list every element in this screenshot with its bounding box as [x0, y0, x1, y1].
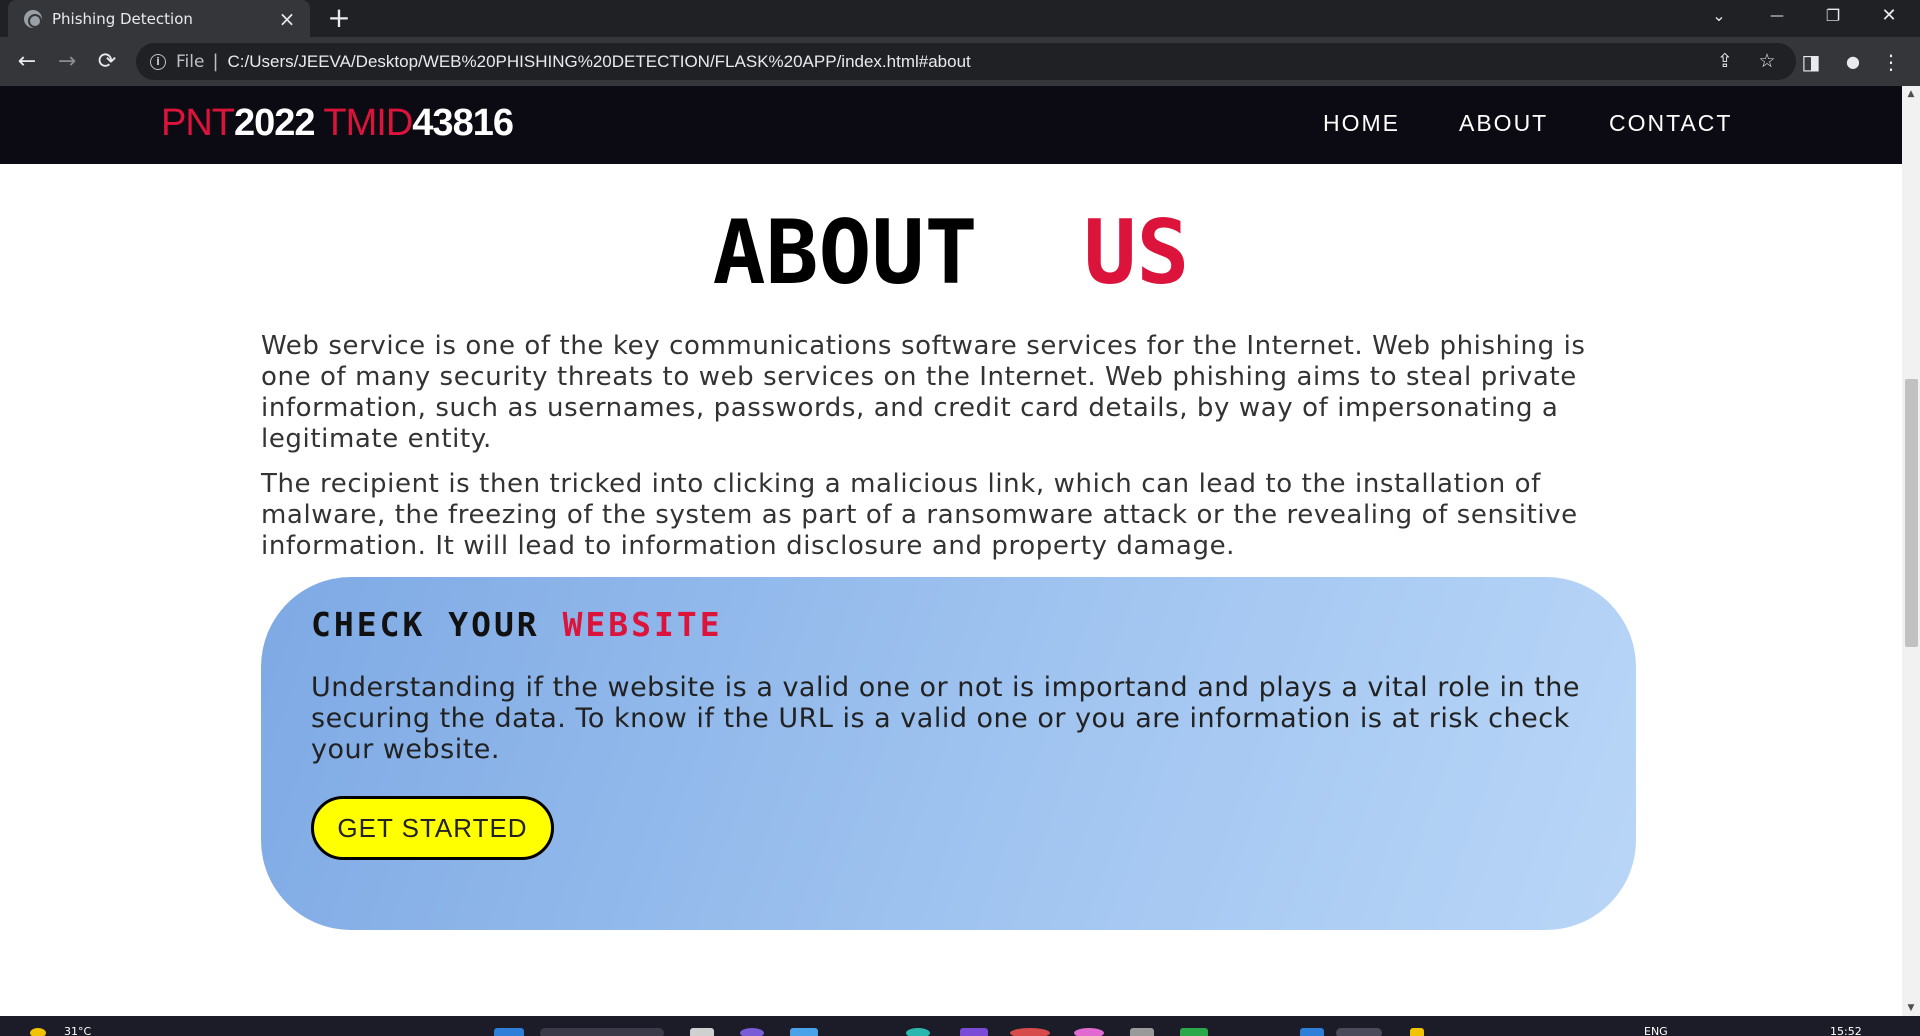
globe-icon: [24, 9, 42, 28]
app-icon-red[interactable]: [1010, 1028, 1050, 1036]
scroll-down-arrow-icon[interactable]: ▼: [1902, 1000, 1920, 1016]
back-icon[interactable]: ←: [12, 47, 42, 77]
info-icon[interactable]: i: [150, 53, 166, 70]
nav-contact-link[interactable]: CONTACT: [1609, 110, 1732, 137]
share-icon[interactable]: ⇪: [1712, 50, 1738, 74]
tab-title: Phishing Detection: [52, 9, 193, 28]
forward-icon[interactable]: →: [52, 47, 82, 77]
restore-icon[interactable]: ❐: [1810, 0, 1856, 32]
url-scheme-label: File: [176, 51, 205, 72]
app-icon-purple[interactable]: [960, 1028, 988, 1036]
check-website-text: Understanding if the website is a valid …: [311, 672, 1580, 765]
scrollbar-thumb[interactable]: [1905, 379, 1918, 647]
site-logo[interactable]: PNT2022 TMID43816: [161, 102, 514, 145]
os-taskbar: 31°C ENG 15:52: [0, 1016, 1920, 1036]
start-icon[interactable]: [494, 1028, 524, 1036]
logo-part-year: 2022: [234, 102, 316, 144]
window-close-icon[interactable]: ✕: [1866, 0, 1912, 32]
logo-part-id: 43816: [412, 102, 514, 144]
url-text[interactable]: C:/Users/JEEVA/Desktop/WEB%20PHISHING%20…: [228, 52, 971, 72]
about-paragraph-2: The recipient is then tricked into click…: [261, 469, 1578, 561]
page-scrollbar[interactable]: ▲ ▼: [1902, 86, 1920, 1016]
app-icon-grey[interactable]: [1130, 1028, 1154, 1036]
about-heading-accent: US: [1083, 201, 1190, 304]
browser-tab[interactable]: Phishing Detection ×: [8, 0, 310, 37]
site-navbar: PNT2022 TMID43816 HOME ABOUT CONTACT: [0, 86, 1902, 164]
chat-icon[interactable]: [740, 1028, 764, 1036]
app-icon-blue[interactable]: [1300, 1028, 1324, 1036]
about-heading: ABOUT US: [0, 201, 1902, 304]
side-panel-icon[interactable]: ◨: [1796, 47, 1826, 77]
app-icon-yellow[interactable]: [1410, 1028, 1424, 1036]
get-started-button[interactable]: GET STARTED: [311, 796, 554, 860]
tab-close-icon[interactable]: ×: [276, 7, 298, 31]
card-title-accent: WEBSITE: [562, 605, 723, 644]
taskbar-language[interactable]: ENG: [1644, 1025, 1668, 1036]
card-title-main: CHECK YOUR: [311, 605, 540, 644]
about-paragraph-1: Web service is one of the key communicat…: [261, 331, 1586, 454]
new-tab-button[interactable]: +: [324, 2, 354, 34]
weather-icon[interactable]: [30, 1028, 46, 1036]
nav-home-link[interactable]: HOME: [1323, 110, 1400, 137]
profile-icon[interactable]: ●: [1838, 47, 1868, 77]
chrome-taskbar-icon[interactable]: [1336, 1028, 1382, 1036]
scroll-up-arrow-icon[interactable]: ▲: [1902, 86, 1920, 102]
nav-about-link[interactable]: ABOUT: [1459, 110, 1548, 137]
edge-icon[interactable]: [906, 1028, 930, 1036]
file-explorer-icon[interactable]: [790, 1028, 818, 1036]
url-separator: |: [212, 51, 219, 72]
browser-tab-strip: Phishing Detection × + ⌄ — ❐ ✕: [0, 0, 1920, 37]
app-icon-pink[interactable]: [1074, 1028, 1104, 1036]
page-viewport: PNT2022 TMID43816 HOME ABOUT CONTACT ABO…: [0, 86, 1902, 1016]
check-website-title: CHECK YOUR WEBSITE: [311, 605, 723, 644]
task-view-icon[interactable]: [690, 1028, 714, 1036]
bookmark-star-icon[interactable]: ☆: [1754, 50, 1780, 74]
tab-search-icon[interactable]: ⌄: [1696, 0, 1742, 32]
logo-part-pnt: PNT: [161, 102, 235, 144]
logo-part-tmid: TMID: [314, 102, 413, 144]
taskbar-clock[interactable]: 15:52: [1830, 1025, 1862, 1036]
app-icon-green[interactable]: [1180, 1028, 1208, 1036]
reload-icon[interactable]: ⟳: [92, 47, 122, 77]
address-bar[interactable]: i File | C:/Users/JEEVA/Desktop/WEB%20PH…: [136, 43, 1796, 80]
taskbar-weather: 31°C: [64, 1025, 92, 1036]
about-heading-main: ABOUT: [712, 201, 978, 304]
browser-menu-icon[interactable]: ⋮: [1876, 47, 1906, 77]
check-website-card: CHECK YOUR WEBSITE Understanding if the …: [261, 577, 1636, 930]
taskbar-search-box[interactable]: [540, 1028, 664, 1036]
browser-toolbar: ← → ⟳ i File | C:/Users/JEEVA/Desktop/WE…: [0, 37, 1920, 86]
minimize-icon[interactable]: —: [1754, 0, 1800, 32]
